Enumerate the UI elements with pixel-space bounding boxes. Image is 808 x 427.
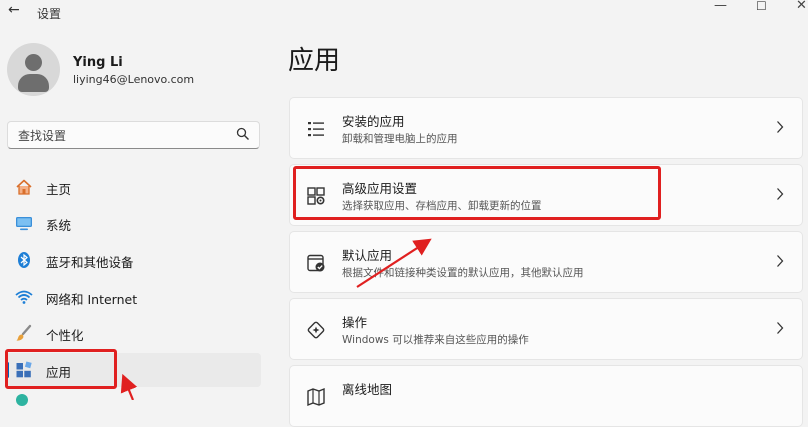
annotation-arrow-apps — [120, 373, 138, 400]
annotation-arrows — [120, 238, 432, 400]
annotation-arrow-advanced — [356, 238, 432, 288]
